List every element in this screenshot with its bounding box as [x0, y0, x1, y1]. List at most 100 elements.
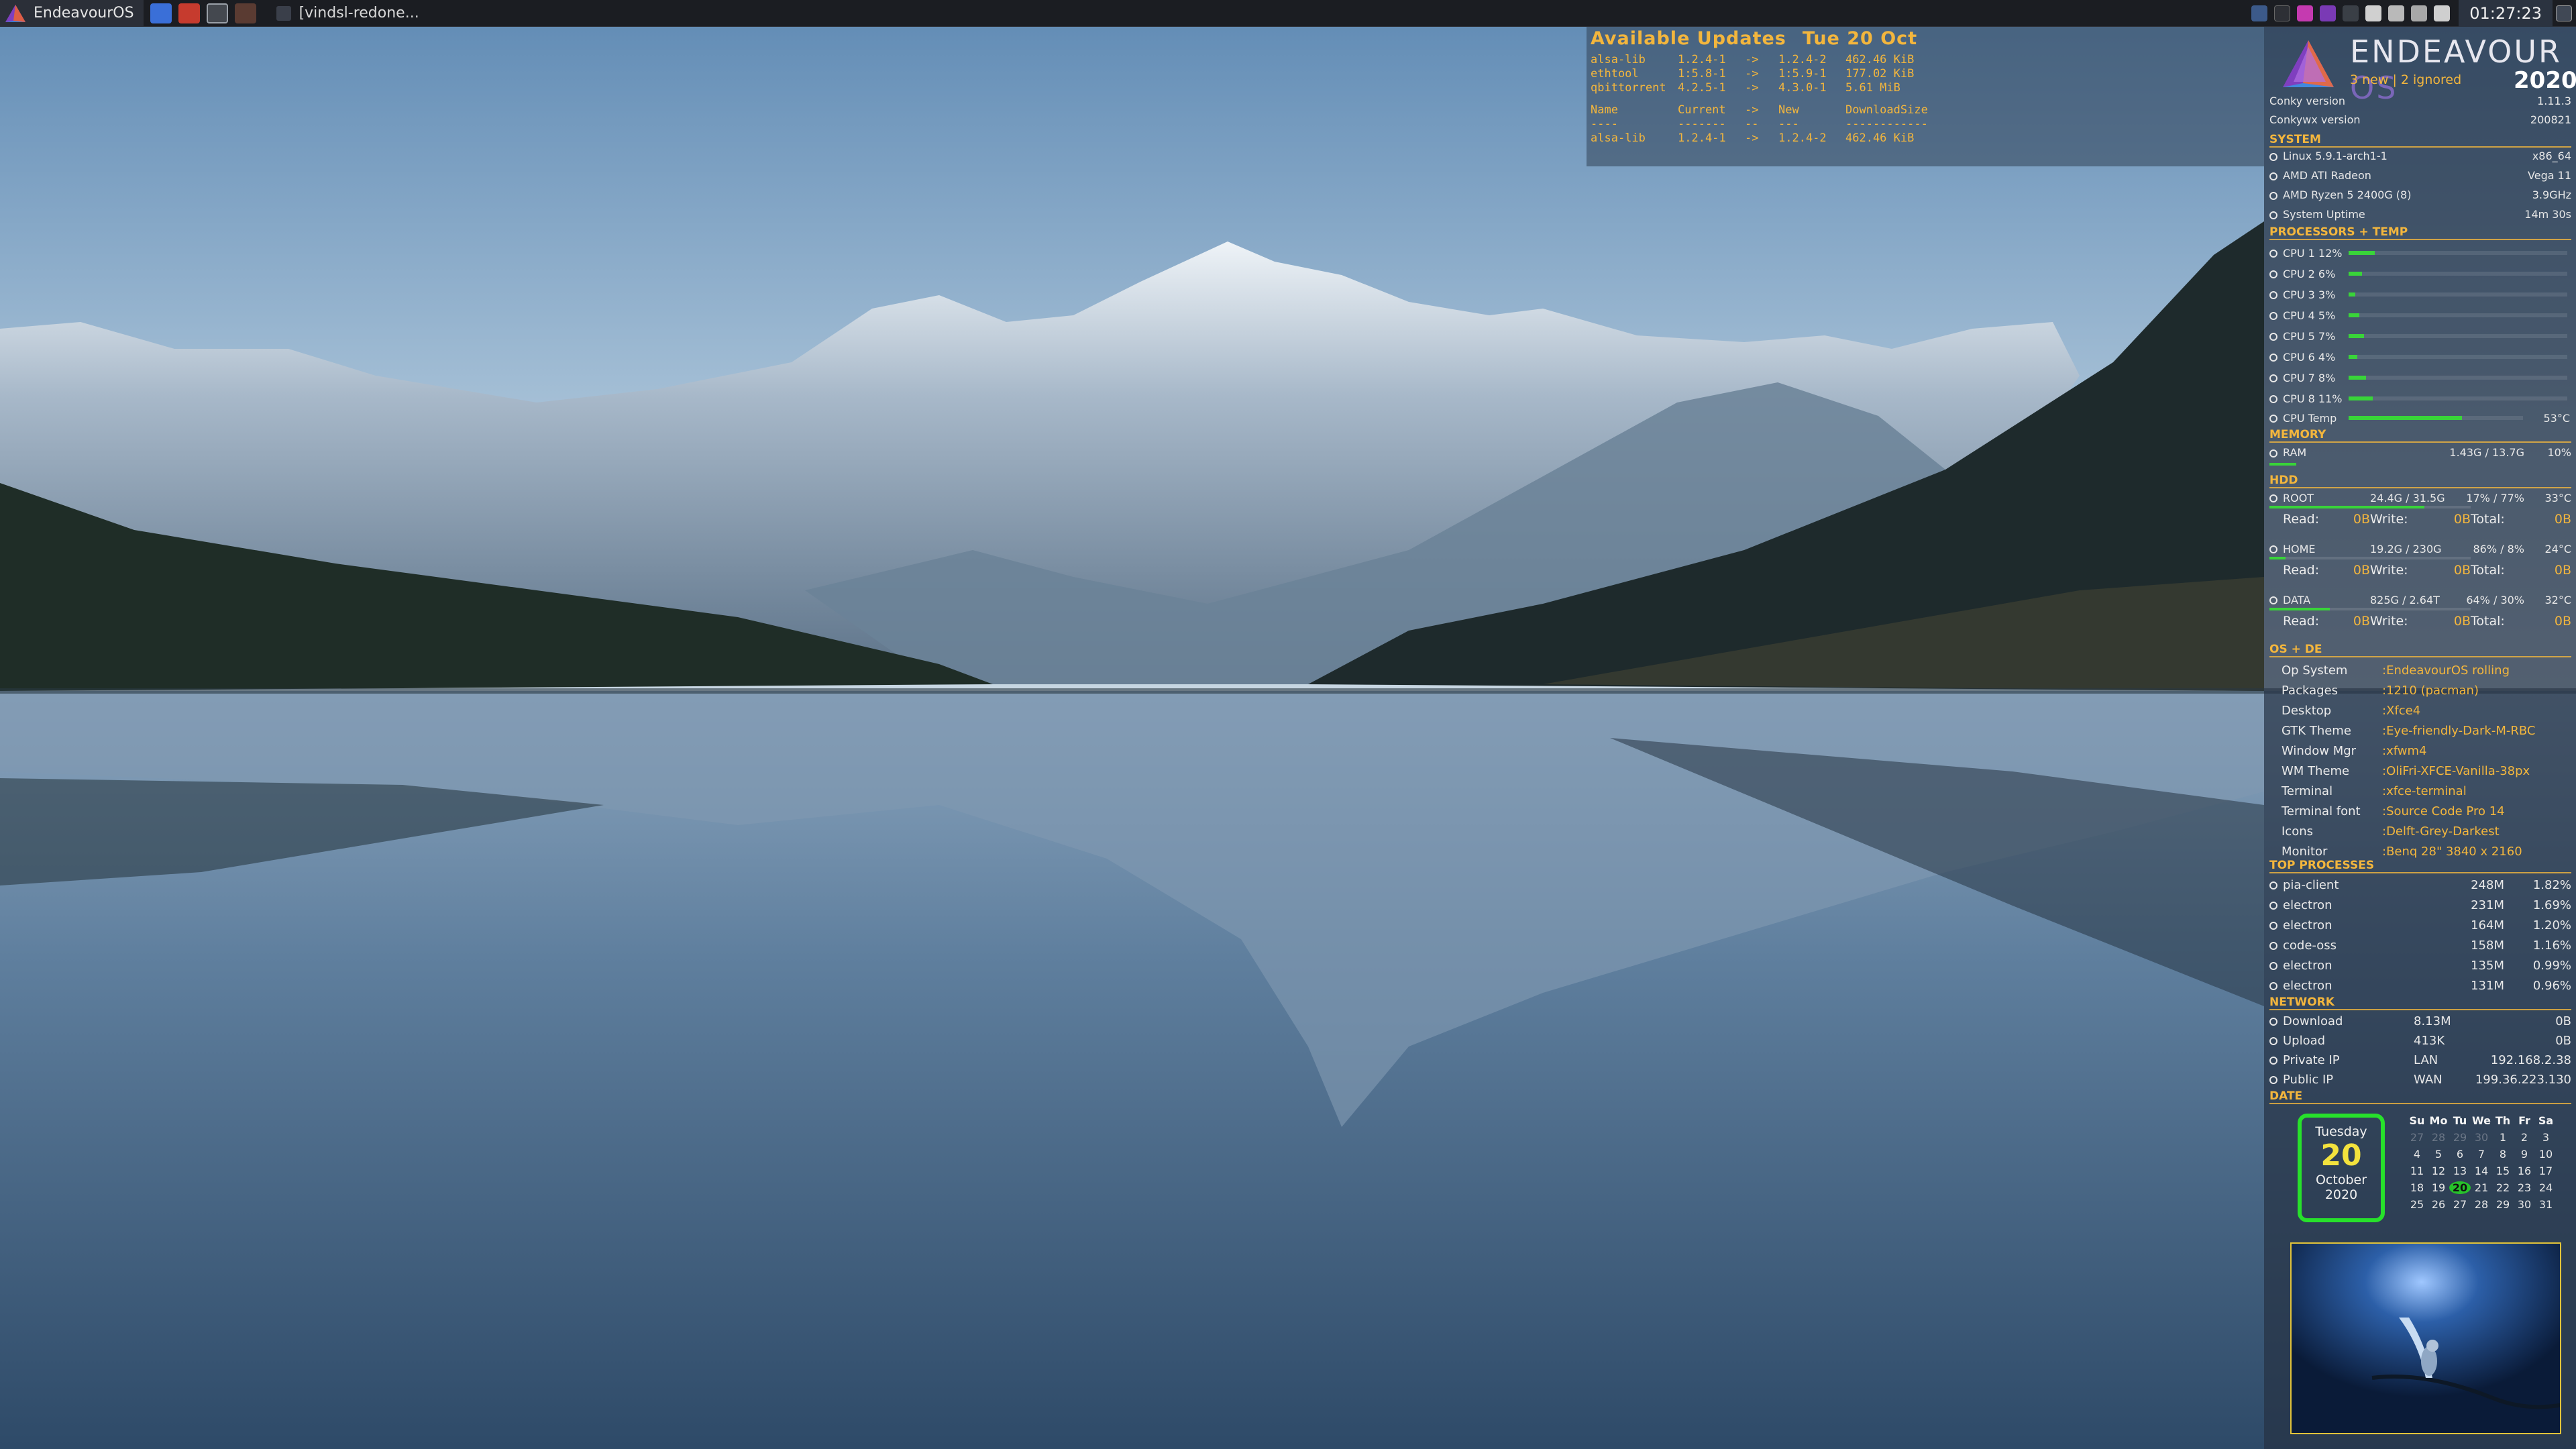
os-info-value: :Source Code Pro 14	[2382, 804, 2505, 818]
process-name-text: electron	[2283, 978, 2332, 993]
cpu-core-bar	[2349, 396, 2567, 400]
network-detail: 0B	[2555, 1034, 2571, 1048]
memory-icon	[2269, 449, 2277, 458]
cpu-core-bar	[2349, 313, 2567, 317]
os-info-row: Terminal :xfce-terminal	[2282, 781, 2571, 801]
power-icon[interactable]	[2411, 5, 2428, 21]
process-memory: 248M	[2471, 877, 2504, 892]
io-write-value: 0B	[2453, 512, 2471, 527]
update-cell: 1:5.9-1	[1778, 67, 1827, 80]
cpu-core-bar	[2349, 251, 2567, 255]
bluetooth-icon[interactable]	[2365, 5, 2382, 21]
calendar-day: 30	[2517, 1198, 2532, 1211]
network-label-text: Public IP	[2283, 1073, 2334, 1087]
calendar-day: 31	[2538, 1198, 2553, 1211]
io-write-label: Write:	[2370, 512, 2408, 527]
image-viewer-launcher-icon[interactable]	[234, 3, 256, 23]
calendar-week: 27 28 29 30 1 2 3	[2406, 1129, 2567, 1146]
process-name-text: electron	[2283, 958, 2332, 973]
taskbar-window-button[interactable]: [vindsl-redone...	[267, 0, 429, 27]
window-icon	[276, 5, 291, 21]
cpu-core-label: CPU 4 5%	[2269, 309, 2349, 322]
volume-icon[interactable]	[2388, 5, 2405, 21]
process-name-text: electron	[2283, 918, 2332, 932]
cpu-core-text: CPU 6 4%	[2283, 350, 2336, 364]
tray-app-icon[interactable]	[2320, 5, 2337, 21]
date-month: October	[2315, 1173, 2367, 1187]
os-info-row: Icons:Delft-Grey-Darkest	[2282, 821, 2571, 841]
disk-icon	[2269, 494, 2277, 502]
network-label: Private IP	[2269, 1053, 2414, 1067]
updates-list: alsa-lib 1.2.4-1 -> 1.2.4-2 462.46 KiB ethtoo…	[1591, 53, 2264, 95]
calendar-day: 9	[2520, 1148, 2528, 1161]
disk-usage-bar	[2269, 608, 2471, 610]
process-name: electron	[2269, 959, 2420, 973]
calendar-day: 6	[2456, 1148, 2464, 1161]
cpu-core-label: CPU 6 4%	[2269, 351, 2349, 364]
calendar-day: 24	[2538, 1181, 2553, 1194]
cpu-core-icon	[2269, 312, 2277, 320]
workspace-switcher-icon[interactable]	[2251, 5, 2268, 21]
network-icon[interactable]	[2343, 5, 2359, 21]
header-cell: Current	[1678, 103, 1726, 117]
network-detail: 192.168.2.38	[2490, 1053, 2571, 1067]
os-info-value: :EndeavourOS rolling	[2382, 663, 2510, 678]
desktop-wallpaper	[0, 0, 2576, 1449]
disk-temp: 32°C	[2544, 593, 2571, 606]
network-icon	[2269, 1057, 2277, 1065]
conky-panel: ENDEAVOUR OS 3 new | 2 ignored 2020 Conk…	[2264, 27, 2576, 1449]
cpu-core-row: CPU 3 3%	[2269, 286, 2571, 303]
calendar-weekday: We	[2472, 1114, 2491, 1127]
browser-launcher-icon[interactable]	[150, 3, 172, 23]
file-manager-launcher-icon[interactable]	[178, 3, 200, 23]
tray-app-icon[interactable]	[2297, 5, 2314, 21]
update-cell: 177.02 KiB	[1845, 67, 1915, 80]
os-info-row: Packages:1210 (pacman)	[2282, 680, 2571, 700]
cpu-core-bar	[2349, 376, 2567, 380]
updates-detail-row: alsa-lib 1.2.4-1 -> 1.2.4-2 462.46 KiB	[1591, 131, 2264, 146]
update-cell: qbittorrent	[1591, 81, 1666, 95]
os-info-key: WM Theme	[2282, 763, 2350, 778]
whisker-menu-button[interactable]: EndeavourOS	[0, 0, 144, 27]
process-cpu: 1.20%	[2532, 918, 2571, 932]
terminal-launcher-icon[interactable]	[206, 3, 228, 23]
process-name-text: electron	[2283, 898, 2332, 912]
io-write-value: 0B	[2453, 563, 2471, 578]
os-info-key: Window Mgr	[2282, 743, 2357, 758]
calendar-day: 27	[2410, 1131, 2424, 1144]
cpu-temp-row: CPU Temp 53°C	[2269, 409, 2571, 427]
network-label: Download	[2269, 1014, 2414, 1028]
notifications-icon[interactable]	[2434, 5, 2451, 21]
calendar-day: 15	[2496, 1165, 2510, 1177]
cpu-core-icon	[2269, 270, 2277, 278]
disk-size: 825G / 2.64T	[2370, 593, 2440, 606]
cpu-core-icon	[2269, 333, 2277, 341]
calendar-body: 27 28 29 30 1 2 3 4 5 6 7 8 9 10 11 12 13 14 15 16 17 18 19 20 2…	[2406, 1129, 2567, 1213]
update-row: qbittorrent 4.2.5-1 -> 4.3.0-1 5.61 MiB	[1591, 81, 2264, 95]
io-write-label: Write:	[2370, 563, 2408, 578]
io-total-value: 0B	[2554, 512, 2571, 527]
panel-clock[interactable]: 01:27:23	[2459, 0, 2553, 27]
os-info-value: :1210 (pacman)	[2382, 683, 2479, 698]
cpu-core-label: CPU 7 8%	[2269, 372, 2349, 384]
process-name-text: pia-client	[2283, 877, 2339, 892]
network-value: LAN	[2414, 1053, 2438, 1067]
process-cpu: 1.69%	[2532, 898, 2571, 912]
network-icon	[2269, 1037, 2277, 1045]
process-name: code-oss	[2269, 938, 2420, 953]
os-info-value: :xfce-terminal	[2382, 784, 2467, 798]
network-value: 8.13M	[2414, 1014, 2451, 1028]
separator-cell: -------	[1678, 117, 1726, 131]
action-buttons-icon[interactable]	[2556, 5, 2572, 21]
calendar-day: 28	[2431, 1131, 2446, 1144]
calendar-day: 23	[2517, 1181, 2532, 1194]
linux-icon	[2269, 152, 2277, 161]
update-cell: 1.2.4-1	[1678, 53, 1726, 66]
os-info-key: Terminal	[2282, 784, 2333, 798]
disk-row: ROOT 24.4G / 31.5G 17% / 77% 33°C	[2269, 490, 2571, 506]
cpu-core-text: CPU 7 8%	[2283, 371, 2336, 384]
calendar-weekday: Tu	[2453, 1114, 2467, 1127]
process-name: electron	[2269, 918, 2420, 932]
tray-app-icon[interactable]	[2274, 5, 2291, 21]
header-cell: Name	[1591, 103, 1618, 117]
